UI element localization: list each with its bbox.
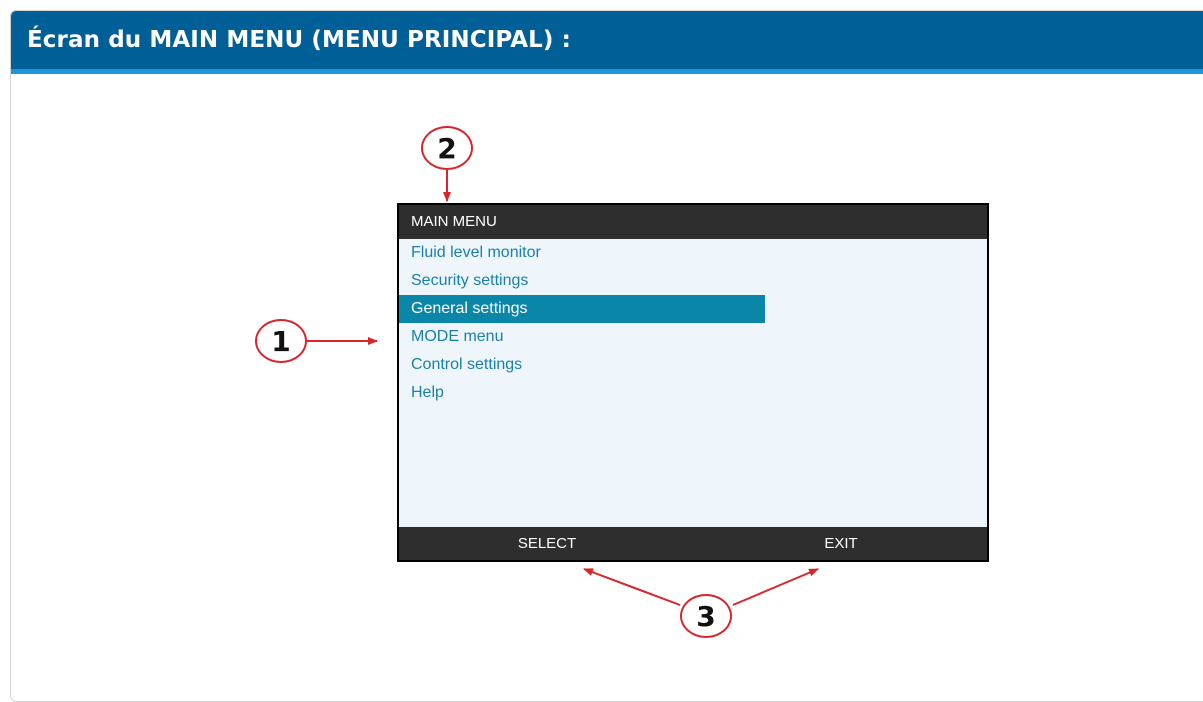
menu-item-mode-menu[interactable]: MODE menu [399, 323, 765, 351]
callout-2: 2 [421, 126, 473, 170]
menu-item-help[interactable]: Help [399, 379, 765, 407]
exit-softkey[interactable]: EXIT [695, 527, 987, 560]
select-softkey[interactable]: SELECT [399, 527, 695, 560]
screen-title: MAIN MENU [399, 205, 987, 239]
callout-1: 1 [255, 319, 307, 363]
menu-item-control-settings[interactable]: Control settings [399, 351, 765, 379]
menu-item-security-settings[interactable]: Security settings [399, 267, 765, 295]
softkey-bar: SELECT EXIT [399, 527, 987, 560]
menu-item-general-settings[interactable]: General settings [399, 295, 765, 323]
page-title: Écran du MAIN MENU (MENU PRINCIPAL) : [27, 27, 571, 53]
menu-item-fluid-level-monitor[interactable]: Fluid level monitor [399, 239, 765, 267]
device-screen: MAIN MENU Fluid level monitor Security s… [397, 203, 989, 562]
menu-list: Fluid level monitor Security settings Ge… [399, 239, 987, 407]
callout-3: 3 [680, 594, 732, 638]
card-header: Écran du MAIN MENU (MENU PRINCIPAL) : [11, 11, 1203, 74]
